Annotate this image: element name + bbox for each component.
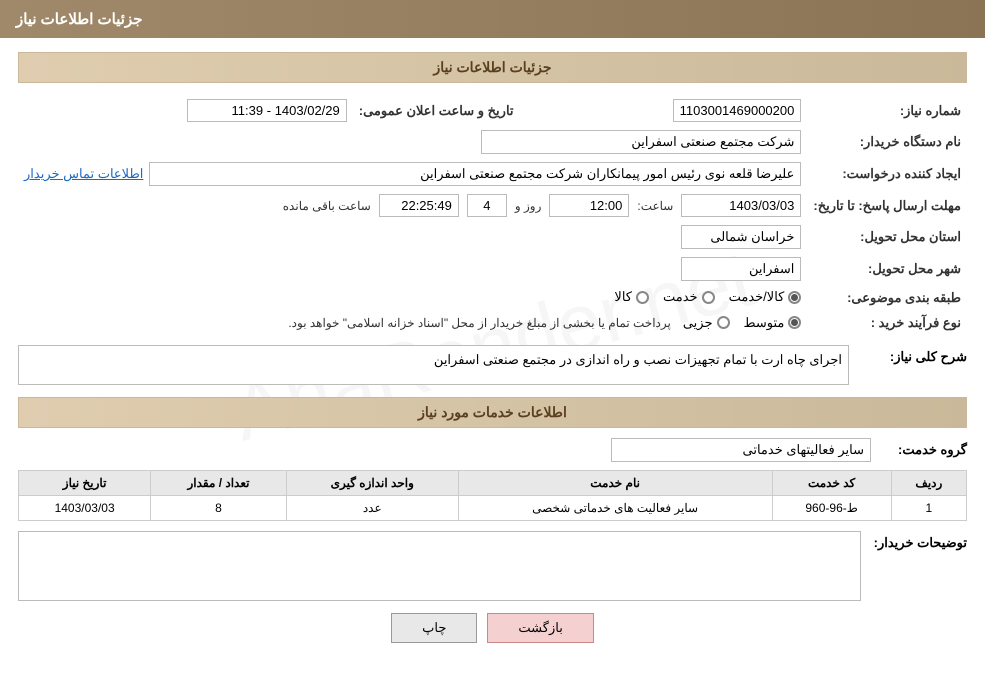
purchase-type-label: نوع فرآیند خرید : <box>807 311 967 335</box>
announcement-label: تاریخ و ساعت اعلان عمومی: <box>353 95 534 126</box>
services-table: ردیف کد خدمت نام خدمت واحد اندازه گیری ت… <box>18 470 967 521</box>
deadline-label: مهلت ارسال پاسخ: تا تاریخ: <box>807 190 967 221</box>
service-group-row: گروه خدمت: سایر فعالیتهای خدماتی <box>18 438 967 462</box>
print-button[interactable]: چاپ <box>391 613 477 643</box>
purchase-note: پرداخت تمام یا بخشی از مبلغ خریدار از مح… <box>288 316 671 330</box>
table-row: شهر محل تحویل: اسفراین <box>18 253 967 285</box>
col-name: نام خدمت <box>458 470 772 495</box>
deadline-date: 1403/03/03 <box>681 194 801 217</box>
table-header-row: ردیف کد خدمت نام خدمت واحد اندازه گیری ت… <box>19 470 967 495</box>
cell-date: 1403/03/03 <box>19 495 151 520</box>
category-option-kala[interactable]: کالا <box>614 289 649 305</box>
shomara-niaz-value: 1103001469000200 <box>673 99 802 122</box>
info-table: شماره نیاز: 1103001469000200 تاریخ و ساع… <box>18 95 967 335</box>
col-unit: واحد اندازه گیری <box>286 470 458 495</box>
services-section-title: اطلاعات خدمات مورد نیاز <box>18 397 967 428</box>
section-title: جزئیات اطلاعات نیاز <box>18 52 967 83</box>
purchase-option-motavaset[interactable]: متوسط <box>744 315 802 331</box>
col-code: کد خدمت <box>772 470 891 495</box>
category-option-khedmat[interactable]: خدمت <box>663 289 715 305</box>
page-header: جزئیات اطلاعات نیاز <box>0 0 985 38</box>
cell-radif: 1 <box>891 495 966 520</box>
general-desc-label: شرح کلی نیاز: <box>857 345 967 365</box>
time-label: ساعت: <box>637 199 673 213</box>
table-row: استان محل تحویل: خراسان شمالی <box>18 221 967 253</box>
back-button[interactable]: بازگشت <box>487 613 593 643</box>
table-row: 1 ط-96-960 سایر فعالیت های خدماتی شخصی ع… <box>19 495 967 520</box>
cell-code: ط-96-960 <box>772 495 891 520</box>
service-group-value: سایر فعالیتهای خدماتی <box>611 438 871 462</box>
category-option-kala-khedmat[interactable]: کالا/خدمت <box>729 289 802 305</box>
table-row: ایجاد کننده درخواست: علیرضا قلعه نوی رئی… <box>18 158 967 190</box>
city-value: اسفراین <box>681 257 801 281</box>
buyer-desc-textarea[interactable] <box>18 531 861 601</box>
shomara-niaz-label: شماره نیاز: <box>807 95 967 126</box>
purchase-radio-group: متوسط جزیی <box>683 315 802 331</box>
announcement-value: 1403/02/29 - 11:39 <box>187 99 347 122</box>
radio-kala-khedmat-icon <box>788 291 801 304</box>
cell-name: سایر فعالیت های خدماتی شخصی <box>458 495 772 520</box>
remaining-value: 22:25:49 <box>379 194 459 217</box>
nam-dastgah-label: نام دستگاه خریدار: <box>807 126 967 158</box>
creator-value: علیرضا قلعه نوی رئیس امور پیمانکاران شرک… <box>149 162 801 186</box>
table-row: طبقه بندی موضوعی: کالا/خدمت خدمت <box>18 285 967 311</box>
remaining-label: ساعت باقی مانده <box>283 199 371 213</box>
radio-motavaset-icon <box>788 316 801 329</box>
col-radif: ردیف <box>891 470 966 495</box>
table-row: شماره نیاز: 1103001469000200 تاریخ و ساع… <box>18 95 967 126</box>
deadline-time: 12:00 <box>549 194 629 217</box>
col-qty: تعداد / مقدار <box>151 470 287 495</box>
creator-label: ایجاد کننده درخواست: <box>807 158 967 190</box>
category-radio-group: کالا/خدمت خدمت کالا <box>614 289 801 305</box>
table-row: نوع فرآیند خرید : متوسط جزیی <box>18 311 967 335</box>
page-title: جزئیات اطلاعات نیاز <box>16 11 143 28</box>
radio-khedmat-icon <box>702 291 715 304</box>
days-value: 4 <box>467 194 507 217</box>
category-label: طبقه بندی موضوعی: <box>807 285 967 311</box>
table-row: نام دستگاه خریدار: شرکت مجتمع صنعتی اسفر… <box>18 126 967 158</box>
creator-link[interactable]: اطلاعات تماس خریدار <box>24 166 143 182</box>
table-row: مهلت ارسال پاسخ: تا تاریخ: 1403/03/03 سا… <box>18 190 967 221</box>
province-label: استان محل تحویل: <box>807 221 967 253</box>
cell-unit: عدد <box>286 495 458 520</box>
days-label: روز و <box>515 199 542 213</box>
buyer-desc-label: توضیحات خریدار: <box>867 531 967 551</box>
general-desc-value: اجرای چاه ارت با تمام تجهیزات نصب و راه … <box>18 345 849 385</box>
nam-dastgah-value: شرکت مجتمع صنعتی اسفراین <box>481 130 801 154</box>
radio-jozyi-icon <box>717 316 730 329</box>
city-label: شهر محل تحویل: <box>807 253 967 285</box>
province-value: خراسان شمالی <box>681 225 801 249</box>
buyer-desc-row: توضیحات خریدار: <box>18 531 967 601</box>
purchase-option-jozyi[interactable]: جزیی <box>683 315 730 331</box>
service-group-label: گروه خدمت: <box>877 442 967 458</box>
cell-qty: 8 <box>151 495 287 520</box>
radio-kala-icon <box>636 291 649 304</box>
col-date: تاریخ نیاز <box>19 470 151 495</box>
buttons-row: بازگشت چاپ <box>18 613 967 643</box>
